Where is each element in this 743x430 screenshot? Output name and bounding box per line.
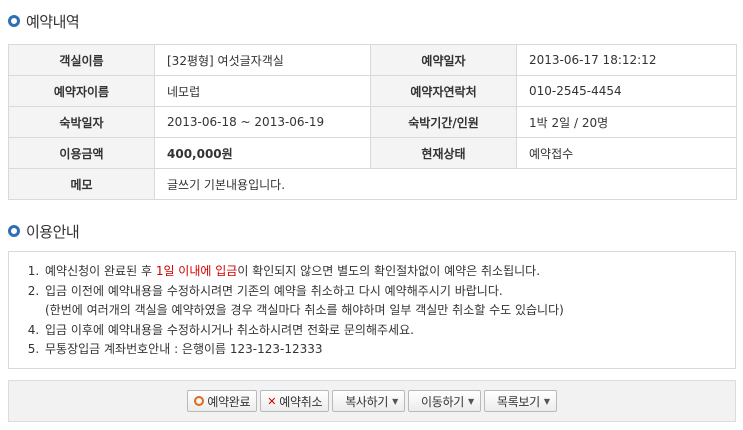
action-button-bar: 예약완료 ✕ 예약취소 복사하기 ▼ 이동하기 ▼ 목록보기 ▼ <box>8 380 736 422</box>
cancel-button-label: 예약취소 <box>279 394 323 409</box>
guide-item-1-prefix: 예약신청이 완료된 후 <box>45 264 156 278</box>
usage-guide-box: 예약신청이 완료된 후 1일 이내에 입금이 확인되지 않으면 별도의 확인절차… <box>8 251 736 369</box>
move-button-label: 이동하기 <box>421 394 464 409</box>
price-label: 이용금액 <box>8 137 155 169</box>
guide-item-1-suffix: 이 확인되지 않으면 별도의 확인절차없이 예약은 취소됩니다. <box>237 264 541 278</box>
chevron-down-icon: ▼ <box>543 396 550 406</box>
reservation-date-label: 예약일자 <box>370 44 517 76</box>
reservation-title-text: 예약내역 <box>26 12 80 31</box>
list-view-button[interactable]: 목록보기 ▼ <box>483 390 557 412</box>
guide-section-title: 이용안내 <box>8 219 80 243</box>
reserver-contact-label: 예약자연락처 <box>370 75 517 107</box>
table-row: 예약자이름 네모럽 예약자연락처 010-2545-4454 <box>8 75 737 107</box>
stay-dates-value: 2013-06-18 ~ 2013-06-19 <box>154 106 371 138</box>
complete-button-label: 예약완료 <box>207 394 251 409</box>
stay-duration-label: 숙박기간/인원 <box>370 106 517 138</box>
price-value: 400,000원 <box>154 137 371 169</box>
guide-item-1: 예약신청이 완료된 후 1일 이내에 입금이 확인되지 않으면 별도의 확인절차… <box>43 262 735 282</box>
list-button-label: 목록보기 <box>496 394 540 409</box>
status-label: 현재상태 <box>370 137 517 169</box>
guide-item-4: 무통장입금 계좌번호안내 : 은행이름 123-123-12333 <box>43 340 735 360</box>
memo-label: 메모 <box>8 168 155 200</box>
table-row: 숙박일자 2013-06-18 ~ 2013-06-19 숙박기간/인원 1박 … <box>8 106 737 138</box>
copy-button[interactable]: 복사하기 ▼ <box>332 390 406 412</box>
copy-button-label: 복사하기 <box>345 394 389 409</box>
reserver-contact-value: 010-2545-4454 <box>516 75 737 107</box>
cancel-reservation-button[interactable]: ✕ 예약취소 <box>260 390 330 412</box>
close-icon: ✕ <box>267 394 277 408</box>
stay-duration-value: 1박 2일 / 20명 <box>516 106 737 138</box>
guide-title-text: 이용안내 <box>26 222 80 241</box>
guide-item-2: 입금 이전에 예약내용을 수정하시려면 기존의 예약을 취소하고 다시 예약해주… <box>43 282 735 302</box>
memo-value: 글쓰기 기본내용입니다. <box>154 168 737 200</box>
table-row: 메모 글쓰기 기본내용입니다. <box>8 168 737 200</box>
circle-icon <box>194 396 205 406</box>
reserver-name-label: 예약자이름 <box>8 75 155 107</box>
reservation-details-table: 객실이름 [32평형] 여섯글자객실 예약일자 2013-06-17 18:12… <box>8 44 737 200</box>
table-row: 객실이름 [32평형] 여섯글자객실 예약일자 2013-06-17 18:12… <box>8 44 737 76</box>
reservation-date-value: 2013-06-17 18:12:12 <box>516 44 737 76</box>
guide-item-1-highlight: 1일 이내에 입금 <box>155 264 238 278</box>
chevron-down-icon: ▼ <box>467 396 474 406</box>
guide-item-2-note: (한번에 여러개의 객실을 예약하였을 경우 객실마다 취소를 해야하며 일부 … <box>45 303 564 317</box>
complete-reservation-button[interactable]: 예약완료 <box>187 390 258 412</box>
guide-list: 예약신청이 완료된 후 1일 이내에 입금이 확인되지 않으면 별도의 확인절차… <box>9 252 735 360</box>
stay-dates-label: 숙박일자 <box>8 106 155 138</box>
circle-bullet-icon <box>8 15 20 27</box>
room-name-label: 객실이름 <box>8 44 155 76</box>
reserver-name-value: 네모럽 <box>154 75 371 107</box>
reservation-section-title: 예약내역 <box>8 9 80 33</box>
room-name-value: [32평형] 여섯글자객실 <box>154 44 371 76</box>
move-button[interactable]: 이동하기 ▼ <box>408 390 481 412</box>
circle-bullet-icon <box>8 225 20 237</box>
table-row: 이용금액 400,000원 현재상태 예약접수 <box>8 137 737 169</box>
status-value: 예약접수 <box>516 137 737 169</box>
chevron-down-icon: ▼ <box>392 396 399 406</box>
guide-item-3: 입금 이후에 예약내용을 수정하시거나 취소하시려면 전화로 문의해주세요. <box>43 321 735 341</box>
